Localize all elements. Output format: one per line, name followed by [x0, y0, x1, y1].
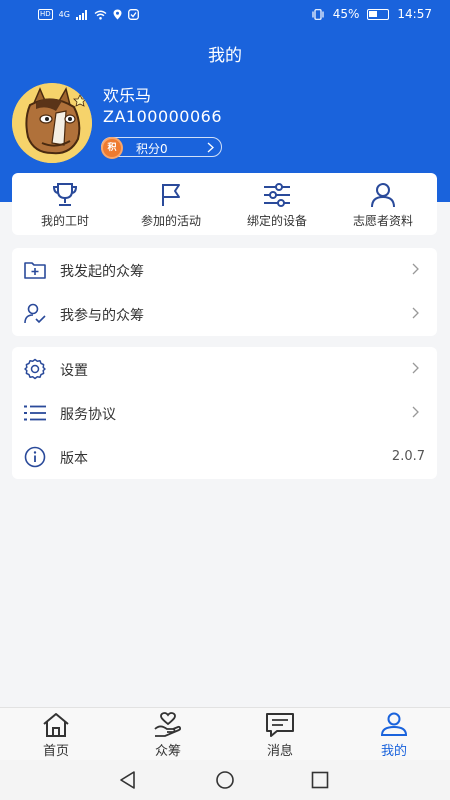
points-button[interactable]: 积 积分0	[101, 137, 222, 159]
menu-item-my-launched-crowdfunds[interactable]: 我发起的众筹	[12, 248, 437, 292]
chevron-right-icon	[412, 263, 419, 275]
menu-item-label: 我参与的众筹	[60, 308, 144, 324]
menu-item-label: 我发起的众筹	[60, 264, 144, 280]
version-value: 2.0.7	[391, 449, 425, 464]
menu-item-label: 版本	[60, 451, 88, 467]
gear-icon	[24, 358, 46, 380]
menu-item-version: 版本 2.0.7	[12, 435, 437, 479]
quick-action-work-hours[interactable]: 我的工时	[12, 182, 118, 229]
quick-action-label: 我的工时	[40, 214, 89, 228]
page-title: 我的	[208, 46, 242, 66]
profile-icon	[380, 712, 408, 736]
person-icon	[371, 183, 395, 208]
chevron-right-icon	[412, 406, 419, 418]
menu-item-my-joined-crowdfunds[interactable]: 我参与的众筹	[12, 292, 437, 336]
tab-messages[interactable]: 消息	[224, 712, 336, 759]
tab-crowdfunding[interactable]: 众筹	[112, 712, 224, 759]
quick-action-label: 绑定的设备	[246, 214, 307, 228]
user-check-icon	[24, 303, 46, 324]
crowdfund-menu-card: 我发起的众筹 我参与的众筹	[12, 248, 437, 336]
menu-item-label: 服务协议	[60, 407, 116, 423]
system-nav-bar	[0, 760, 450, 800]
points-coin-icon: 积	[101, 137, 123, 159]
points-label: 积分0	[136, 142, 168, 156]
tab-label: 首页	[42, 744, 69, 759]
menu-item-service-agreement[interactable]: 服务协议	[12, 391, 437, 435]
chevron-right-icon	[412, 307, 419, 319]
user-id: ZA100000066	[103, 107, 223, 126]
folder-plus-icon	[24, 262, 46, 279]
quick-action-devices[interactable]: 绑定的设备	[224, 182, 330, 229]
tab-home[interactable]: 首页	[0, 712, 112, 759]
info-icon	[24, 446, 46, 468]
battery-icon	[367, 8, 390, 20]
quick-action-activities[interactable]: 参加的活动	[118, 182, 224, 229]
recents-icon[interactable]	[310, 770, 330, 790]
chevron-right-icon	[207, 139, 214, 156]
menu-item-label: 设置	[60, 363, 88, 379]
tab-label: 消息	[266, 744, 293, 759]
vibrate-icon	[312, 8, 324, 20]
message-icon	[266, 713, 294, 737]
flag-icon	[162, 184, 180, 206]
avatar[interactable]	[12, 83, 92, 163]
settings-menu-card: 设置 服务协议 版本 2.0.7	[12, 347, 437, 479]
home-nav-icon[interactable]	[214, 770, 236, 790]
shield-app-icon	[128, 9, 139, 20]
sliders-icon	[264, 183, 290, 207]
tab-profile[interactable]: 我的	[338, 712, 450, 759]
menu-item-settings[interactable]: 设置	[12, 347, 437, 391]
tab-label: 我的	[380, 744, 407, 759]
tab-label: 众筹	[154, 744, 181, 759]
battery-percent: 45%	[332, 7, 360, 21]
list-icon	[24, 405, 46, 421]
heart-hand-icon	[154, 712, 181, 737]
username: 欢乐马	[103, 86, 152, 105]
status-bar: HD 4G 45% 14:57	[0, 0, 450, 30]
back-icon[interactable]	[118, 770, 138, 790]
location-icon	[113, 9, 122, 20]
quick-action-label: 志愿者资料	[352, 214, 413, 228]
quick-action-label: 参加的活动	[140, 214, 201, 228]
home-icon	[43, 713, 69, 737]
signal-icon	[75, 9, 87, 20]
clock: 14:57	[397, 7, 432, 21]
bottom-tab-bar: 首页 众筹 消息 我的	[0, 707, 450, 760]
trophy-icon	[52, 183, 78, 206]
hd-icon: HD	[38, 9, 53, 20]
quick-action-volunteer-profile[interactable]: 志愿者资料	[330, 182, 436, 229]
network-label: 4G	[58, 10, 70, 19]
wifi-icon	[94, 10, 107, 20]
quick-actions-card: 我的工时 参加的活动 绑定的设备 志愿者资料	[12, 173, 437, 235]
chevron-right-icon	[412, 362, 419, 374]
status-right: 45% 14:57	[311, 7, 432, 21]
horse-avatar-icon	[12, 83, 92, 163]
status-left: HD 4G	[38, 9, 139, 20]
